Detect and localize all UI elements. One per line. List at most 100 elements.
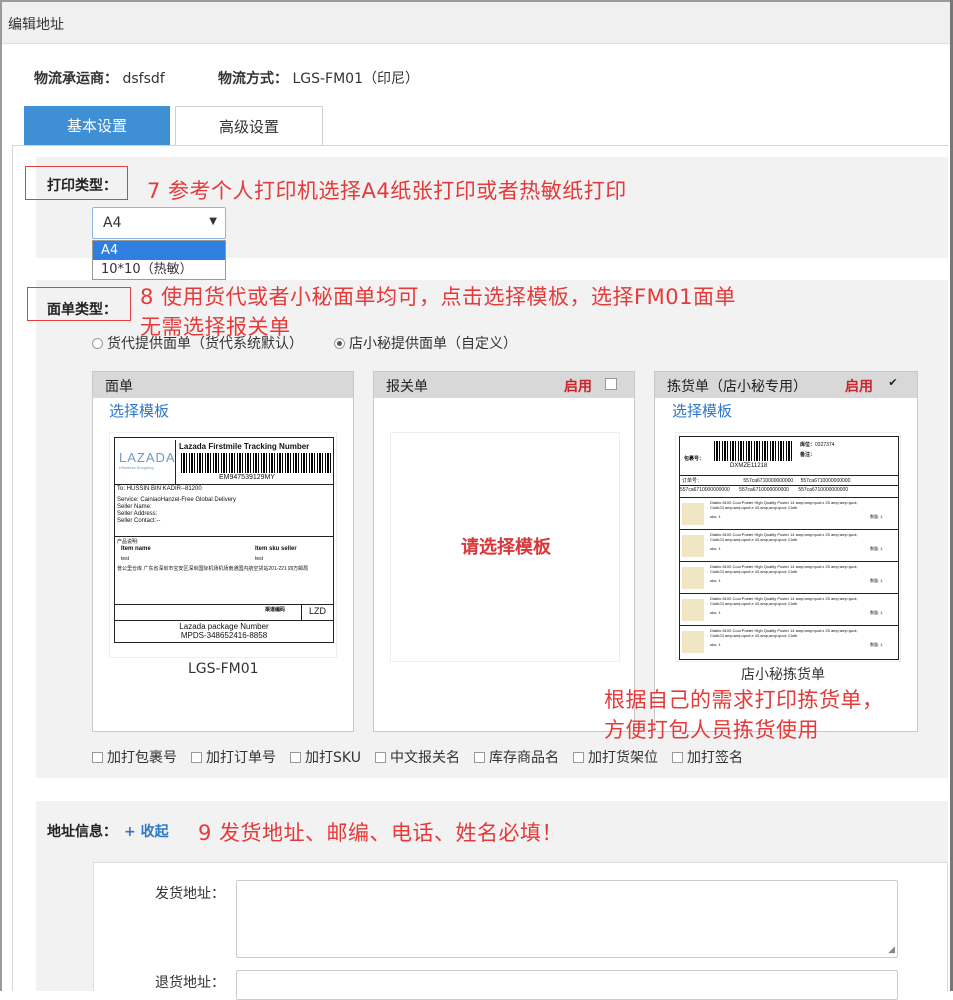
product-qty: 数量: 1 bbox=[870, 610, 883, 615]
waybill-seller-name: Seller Name: bbox=[117, 504, 152, 510]
ship-address-textarea[interactable]: ◢ bbox=[236, 880, 898, 958]
waybill-row-item: test bbox=[121, 556, 130, 562]
radio-forwarder-dot bbox=[92, 338, 103, 349]
option-label: 中文报关名 bbox=[389, 750, 460, 766]
picking-template-card: 拣货单（店小秘专用） 启用 ✔ 选择模板 包裹号： DXMZE11218 库位：… bbox=[654, 371, 918, 732]
option-label: 库存商品名 bbox=[488, 750, 559, 766]
print-type-label: 打印类型： bbox=[47, 178, 117, 194]
picking-col-c: 557ca6710000000000 bbox=[800, 478, 851, 484]
product-thumbnail-icon bbox=[682, 599, 704, 621]
option-label: 加打订单号 bbox=[206, 750, 276, 766]
product-thumbnail-icon bbox=[682, 503, 704, 525]
picking-choose-template-link[interactable]: 选择模板 bbox=[672, 400, 732, 421]
product-qty: 数量: 1 bbox=[870, 546, 883, 551]
option-order-no[interactable]: 加打订单号 bbox=[191, 747, 276, 767]
tab-basic-settings[interactable]: 基本设置 bbox=[24, 106, 170, 146]
carrier-info: 物流承运商： dsfsdf bbox=[34, 68, 165, 88]
radio-dxm-dot bbox=[334, 338, 345, 349]
waybill-title: Lazada Firstmile Tracking Number bbox=[179, 442, 310, 451]
option-stock-name[interactable]: 库存商品名 bbox=[473, 747, 559, 767]
address-label: 地址信息： bbox=[47, 824, 117, 840]
print-type-selected: A4 bbox=[103, 215, 122, 231]
product-text: Diablo 6100 Cool Poster High Quality Pos… bbox=[710, 500, 858, 510]
checkbox-icon bbox=[572, 752, 584, 763]
picking-divider-2 bbox=[680, 485, 898, 486]
waybill-choose-template-link[interactable]: 选择模板 bbox=[109, 400, 169, 421]
customs-card-header: 报关单 启用 bbox=[374, 372, 634, 398]
picking-product-row: Diablo 6100 Cool Poster High Quality Pos… bbox=[680, 593, 898, 625]
picking-stock-value: 0327374 bbox=[815, 442, 835, 448]
option-label: 加打包裹号 bbox=[107, 750, 177, 766]
picking-divider-1 bbox=[680, 475, 898, 476]
waybill-card-title: 面单 bbox=[105, 379, 133, 395]
picking-product-row: Diablo 6100 Cool Poster High Quality Pos… bbox=[680, 497, 898, 529]
picking-order-label: 包裹号： bbox=[684, 456, 705, 462]
title-bar: 编辑地址 bbox=[2, 2, 950, 44]
address-collapse-link[interactable]: + 收起 bbox=[124, 821, 169, 841]
product-qty: 数量: 1 bbox=[870, 642, 883, 647]
return-address-label: 退货地址： bbox=[155, 975, 225, 991]
picking-caption: 店小秘拣货单 bbox=[741, 667, 825, 683]
product-thumbnail-icon bbox=[682, 535, 704, 557]
radio-forwarder-label: 货代提供面单（货代系统默认） bbox=[107, 336, 303, 352]
picking-order-code: DXMZE11218 bbox=[730, 463, 768, 469]
waybill-card-header: 面单 bbox=[93, 372, 353, 398]
checkbox-icon bbox=[374, 752, 386, 763]
carrier-label: 物流承运商： bbox=[34, 71, 118, 87]
print-type-select[interactable]: A4 ▼ bbox=[92, 207, 226, 239]
radio-dxm-sheet[interactable]: 店小秘提供面单（自定义） bbox=[334, 333, 517, 353]
option-shelf[interactable]: 加打货架位 bbox=[572, 747, 658, 767]
waybill-divider-v bbox=[175, 440, 176, 484]
product-sku: sku: 1 bbox=[710, 546, 721, 551]
picking-remark-label: 备注： bbox=[800, 452, 816, 458]
product-thumbnail-icon bbox=[682, 631, 704, 653]
sheet-type-annotation-1: 8 使用货代或者小秘面单均可，点击选择模板，选择FM01面单 bbox=[140, 285, 736, 309]
picking-product-row: Diablo 6100 Cool Poster High Quality Pos… bbox=[680, 561, 898, 593]
sheet-type-label: 面单类型： bbox=[47, 302, 117, 318]
print-type-option-a4[interactable]: A4 bbox=[93, 241, 225, 260]
picking-label-border: 包裹号： DXMZE11218 库位：0327374 备注： 订单号： 557c… bbox=[679, 436, 899, 660]
picking-product-row: Diablo 6100 Cool Poster High Quality Pos… bbox=[680, 625, 898, 657]
window-title: 编辑地址 bbox=[8, 17, 64, 33]
product-text: Diablo 6100 Cool Poster High Quality Pos… bbox=[710, 532, 858, 542]
method-info: 物流方式： LGS-FM01（印尼） bbox=[218, 68, 419, 88]
option-signature[interactable]: 加打签名 bbox=[671, 747, 743, 767]
checkbox-icon bbox=[473, 752, 485, 763]
radio-forwarder-sheet[interactable]: 货代提供面单（货代系统默认） bbox=[92, 333, 303, 353]
option-cn-customs-name[interactable]: 中文报关名 bbox=[374, 747, 460, 767]
print-options: 加打包裹号 加打订单号 加打SKU 中文报关名 库存商品名 加打货架位 加打签名 bbox=[92, 747, 743, 767]
tab-advanced-settings[interactable]: 高级设置 bbox=[175, 106, 323, 146]
option-package-no[interactable]: 加打包裹号 bbox=[92, 747, 177, 767]
option-label: 加打签名 bbox=[686, 750, 743, 766]
tab-divider bbox=[12, 145, 948, 146]
waybill-package-line1: Lazada package Number bbox=[179, 622, 269, 631]
waybill-seller-contact: Seller Contact:-- bbox=[117, 518, 161, 524]
lazada-logo-icon: LAZADA bbox=[119, 450, 176, 465]
option-sku[interactable]: 加打SKU bbox=[290, 747, 361, 767]
customs-enable-label: 启用 bbox=[564, 379, 592, 395]
customs-placeholder: 请选择模板 bbox=[461, 537, 551, 558]
return-address-textarea[interactable] bbox=[236, 970, 898, 1000]
waybill-preview[interactable]: LAZADA Effortless Shopping Lazada Firstm… bbox=[109, 432, 337, 658]
lazada-logo-sub: Effortless Shopping bbox=[119, 465, 154, 470]
picking-annotation-1: 根据自己的需求打印拣货单， bbox=[604, 688, 884, 712]
product-qty: 数量: 1 bbox=[870, 578, 883, 583]
customs-card-title: 报关单 bbox=[386, 379, 428, 395]
method-label: 物流方式： bbox=[218, 71, 288, 87]
customs-enable-checkbox[interactable] bbox=[605, 378, 617, 390]
carrier-value: dsfsdf bbox=[122, 71, 165, 87]
picking-card-title: 拣货单（店小秘专用） bbox=[667, 379, 807, 395]
product-sku: sku: 1 bbox=[710, 578, 721, 583]
picking-preview[interactable]: 包裹号： DXMZE11218 库位：0327374 备注： 订单号： 557c… bbox=[675, 432, 901, 662]
picking-order-row-2: 557ca6710000000000 557ca6710000000000 55… bbox=[680, 487, 898, 495]
print-type-option-thermal[interactable]: 10*10（热敏） bbox=[93, 260, 225, 279]
product-qty: 数量: 1 bbox=[870, 514, 883, 519]
picking-barcode-icon bbox=[714, 441, 794, 461]
waybill-barcode-icon bbox=[181, 453, 331, 473]
customs-preview[interactable]: 请选择模板 bbox=[390, 432, 620, 662]
waybill-divider-1 bbox=[115, 484, 333, 485]
waybill-package: Lazada package Number MPDS-348652416-885… bbox=[115, 622, 333, 640]
picking-enable-checkbox[interactable]: ✔ bbox=[887, 377, 899, 390]
product-sku: sku: 1 bbox=[710, 642, 721, 647]
customs-template-card: 报关单 启用 请选择模板 bbox=[373, 371, 635, 732]
